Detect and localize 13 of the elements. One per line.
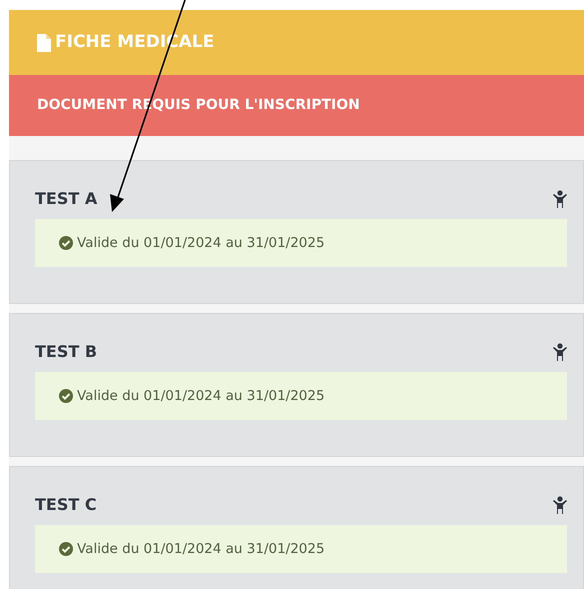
person-icon [553,343,567,361]
validity-text: Valide du 01/01/2024 au 31/01/2025 [77,540,325,559]
check-circle-icon [59,389,73,403]
person-icon [553,496,567,514]
validity-text: Valide du 01/01/2024 au 31/01/2025 [77,386,325,406]
person-icon [553,190,567,208]
check-circle-icon [59,542,73,556]
document-icon [37,34,51,52]
test-name: TEST A [35,188,98,210]
validity-text: Valide du 01/01/2024 au 31/01/2025 [77,234,325,253]
test-name: TEST B [35,341,98,363]
test-name: TEST C [35,494,97,516]
check-circle-icon [59,236,73,250]
